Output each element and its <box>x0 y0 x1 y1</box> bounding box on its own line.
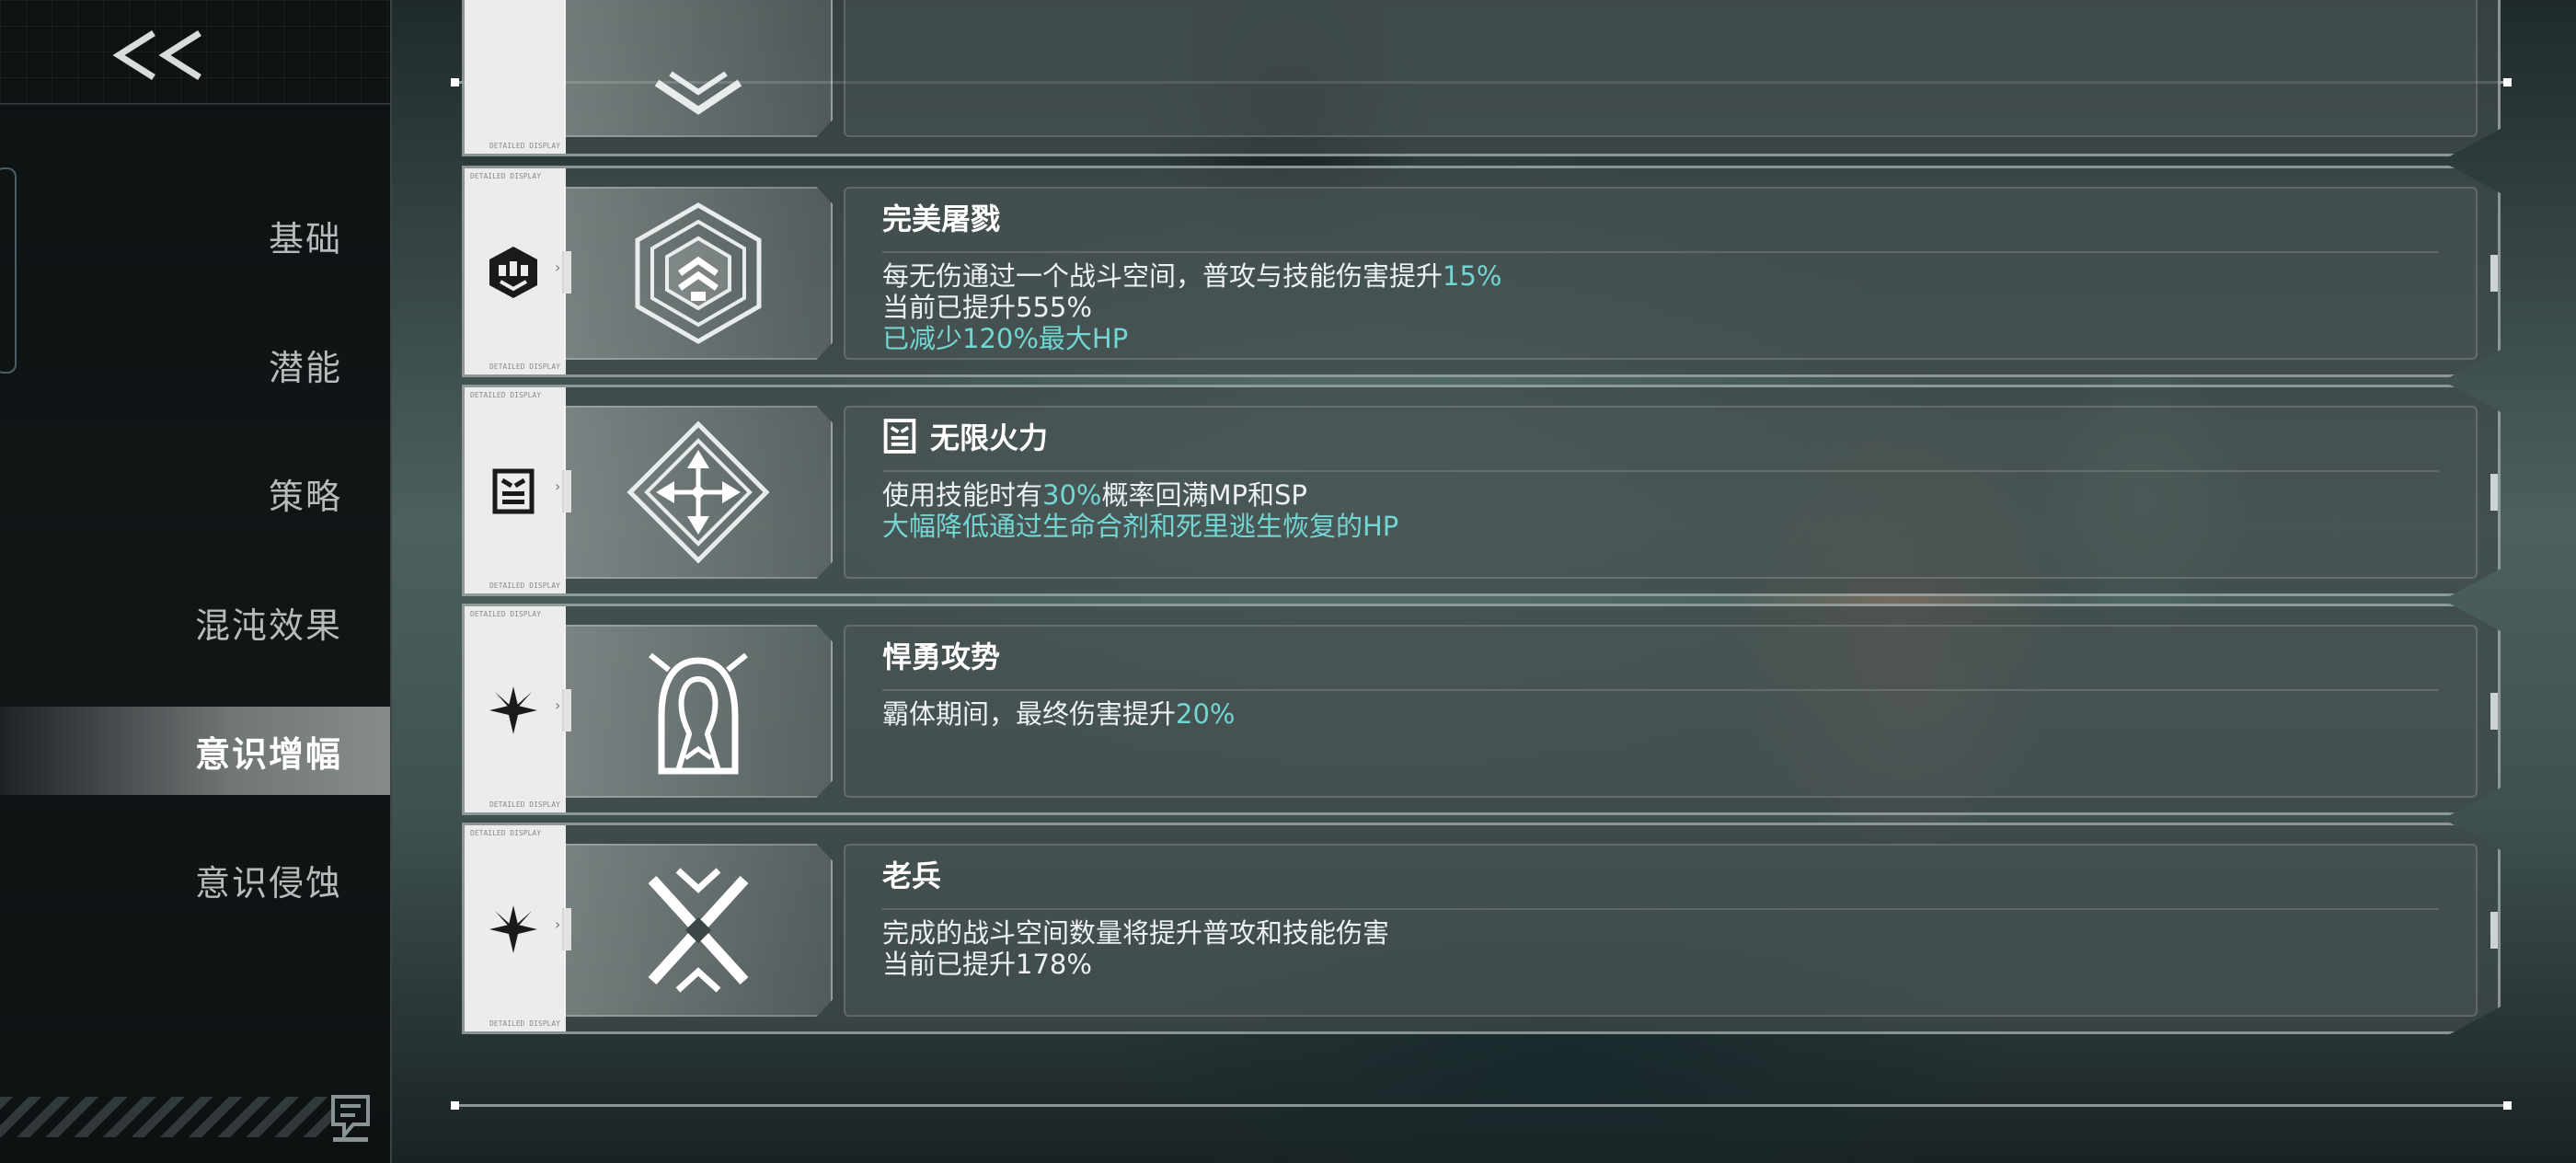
card-description: 霸体期间，最终伤害提升20% <box>882 698 1235 730</box>
card-icon-box <box>564 625 833 798</box>
highlight-value: 20% <box>1176 698 1236 730</box>
card-title-divider <box>882 251 2439 253</box>
angry-box-icon <box>883 419 916 454</box>
list-item-perfect-slaughter[interactable]: DETAILED DISPLAY DETAILED DISPLAY › 完美屠戮… <box>462 166 2501 377</box>
sidebar-item-label: 意识侵蚀 <box>194 862 342 904</box>
highlight-value: 30% <box>1042 479 1102 511</box>
card-side-tab <box>2490 693 2498 730</box>
description-text: 每无伤通过一个战斗空间，普攻与技能伤害提升 <box>882 260 1443 292</box>
strip-caption: DETAILED DISPLAY <box>470 829 542 837</box>
list-bottom-divider <box>451 1101 2512 1110</box>
chevron-right-icon: › <box>555 259 561 276</box>
chevron-right-icon: › <box>555 915 561 933</box>
description-text: 概率回满MP和SP <box>1101 479 1307 511</box>
card-title-divider <box>882 470 2439 472</box>
card-icon-box <box>564 406 833 579</box>
description-line: 完成的战斗空间数量将提升普攻和技能伤害 <box>882 917 1389 949</box>
highlight-value: 15% <box>1443 260 1502 292</box>
list-item-partial[interactable]: DETAILED DISPLAY <box>462 0 2501 156</box>
card-description: 使用技能时有30%概率回满MP和SP 大幅降低通过生命合剂和死里逃生恢复的HP <box>882 479 1398 542</box>
diamond-four-arrows-icon <box>627 420 770 564</box>
description-line-penalty: 已减少120%最大HP <box>882 323 1501 354</box>
card-text-box <box>844 0 2478 137</box>
sidebar-hatch-decoration <box>0 1097 331 1137</box>
card-title-divider <box>882 908 2439 910</box>
card-title: 无限火力 <box>882 413 1048 459</box>
card-title: 完美屠戮 <box>882 194 1000 240</box>
sidebar-item-basic[interactable]: 基础 <box>48 191 342 280</box>
card-title-text: 老兵 <box>882 858 942 893</box>
list-item-fierce-offensive[interactable]: DETAILED DISPLAY DETAILED DISPLAY › 悍勇攻势… <box>462 604 2501 815</box>
hexagon-chevron-emblem-icon <box>635 202 762 344</box>
description-text: 当前已提升555% <box>882 292 1092 323</box>
description-text: 霸体期间，最终伤害提升 <box>882 698 1177 730</box>
strip-caption: DETAILED DISPLAY <box>470 391 542 399</box>
sidebar-item-label: 策略 <box>268 476 342 517</box>
card-side-tab <box>2490 912 2498 949</box>
hexagon-helmet-icon <box>483 240 544 305</box>
description-line: 每无伤通过一个战斗空间，普攻与技能伤害提升15% <box>882 260 1501 292</box>
double-chevron-left-icon <box>112 30 201 80</box>
description-line: 霸体期间，最终伤害提升20% <box>882 698 1235 730</box>
card-title-text: 悍勇攻势 <box>882 639 1001 674</box>
card-title-divider <box>882 689 2439 691</box>
description-line-penalty: 大幅降低通过生命合剂和死里逃生恢复的HP <box>882 511 1398 542</box>
card-description: 完成的战斗空间数量将提升普攻和技能伤害 当前已提升178% <box>882 917 1389 980</box>
list-item-veteran[interactable]: DETAILED DISPLAY DETAILED DISPLAY › 老兵 完… <box>462 823 2501 1034</box>
card-type-strip: DETAILED DISPLAY <box>465 0 566 154</box>
card-description: 每无伤通过一个战斗空间，普攻与技能伤害提升15% 当前已提升555% 已减少12… <box>882 260 1501 354</box>
sidebar-item-strategy[interactable]: 策略 <box>48 449 342 537</box>
description-line: 使用技能时有30%概率回满MP和SP <box>882 479 1398 511</box>
strip-caption: DETAILED DISPLAY <box>489 800 560 809</box>
card-side-tab <box>2490 474 2498 511</box>
card-icon-box <box>564 844 833 1017</box>
list-item-infinite-firepower[interactable]: DETAILED DISPLAY DETAILED DISPLAY › 无限火力… <box>462 385 2501 596</box>
sidebar-item-label: 意识增幅 <box>194 733 342 775</box>
strip-caption: DETAILED DISPLAY <box>489 142 560 150</box>
sidebar-item-consciousness-erosion[interactable]: 意识侵蚀 <box>48 835 342 924</box>
card-icon-box <box>564 187 833 360</box>
card-side-tab <box>2490 255 2498 292</box>
four-point-star-icon <box>483 678 544 743</box>
hooded-figure-icon <box>649 652 748 775</box>
sidebar-item-label: 基础 <box>268 218 342 259</box>
description-text: 大幅降低通过生命合剂和死里逃生恢复的HP <box>882 511 1399 542</box>
description-text: 完成的战斗空间数量将提升普攻和技能伤害 <box>882 917 1390 949</box>
sidebar-item-label: 混沌效果 <box>194 605 342 646</box>
chevron-right-icon: › <box>555 697 561 714</box>
crossed-swords-icon <box>648 868 749 993</box>
four-point-star-icon <box>483 897 544 961</box>
sidebar-item-potential[interactable]: 潜能 <box>48 320 342 409</box>
description-text: 已减少120%最大HP <box>882 323 1129 354</box>
back-button[interactable] <box>103 20 213 90</box>
chat-bubble-icon[interactable] <box>328 1091 374 1143</box>
chevron-emblem-icon <box>654 71 742 115</box>
angry-box-icon <box>483 459 544 524</box>
strip-caption: DETAILED DISPLAY <box>470 610 542 618</box>
sidebar-item-consciousness-boost[interactable]: 意识增幅 <box>0 707 390 795</box>
chevron-right-icon: › <box>555 478 561 495</box>
card-title: 悍勇攻势 <box>882 632 1000 678</box>
sidebar: 基础 潜能 策略 混沌效果 意识增幅 意识侵蚀 <box>0 0 392 1163</box>
strip-caption: DETAILED DISPLAY <box>470 172 542 180</box>
card-title: 老兵 <box>882 851 941 897</box>
sidebar-accent-bracket <box>0 167 17 374</box>
strip-caption: DETAILED DISPLAY <box>489 582 560 590</box>
card-title-text: 无限火力 <box>930 420 1049 455</box>
description-text: 使用技能时有 <box>882 479 1043 511</box>
sidebar-item-label: 潜能 <box>268 347 342 388</box>
strip-caption: DETAILED DISPLAY <box>489 363 560 371</box>
card-title-text: 完美屠戮 <box>882 202 1001 236</box>
description-text: 当前已提升178% <box>882 949 1092 980</box>
sidebar-item-chaos-effects[interactable]: 混沌效果 <box>48 578 342 666</box>
strip-caption: DETAILED DISPLAY <box>489 1019 560 1028</box>
description-line: 当前已提升555% <box>882 292 1501 323</box>
description-line: 当前已提升178% <box>882 949 1389 980</box>
card-icon-box <box>564 0 833 137</box>
